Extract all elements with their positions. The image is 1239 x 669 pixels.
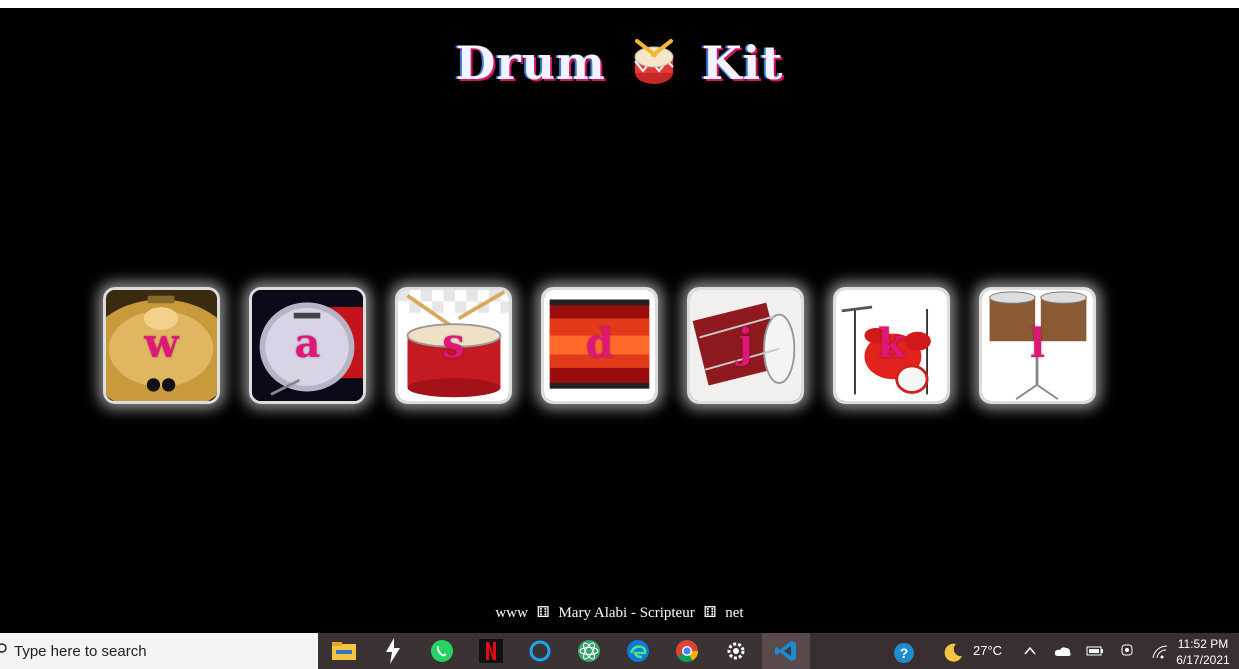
svg-text:?: ?: [900, 645, 909, 661]
drum-keys-row: w a s d j k l: [103, 287, 1096, 404]
drum-key-d[interactable]: d: [541, 287, 658, 404]
title-right: Kit: [701, 36, 784, 90]
taskbar-clock[interactable]: 11:52 PM 6/17/2021: [1168, 636, 1238, 668]
drum-key-s[interactable]: s: [395, 287, 512, 404]
key-letter: s: [442, 320, 465, 367]
dice-icon: ⚅: [536, 605, 550, 621]
help-icon[interactable]: ?: [893, 642, 915, 664]
footer-part-3: net: [725, 605, 744, 621]
file-explorer-icon[interactable]: [330, 637, 358, 665]
lightning-app-icon[interactable]: [379, 637, 407, 665]
drum-key-w[interactable]: w: [103, 287, 220, 404]
dice-icon: ⚅: [703, 605, 717, 621]
battery-icon[interactable]: [1086, 645, 1104, 657]
page-title: Drum Kit: [0, 36, 1239, 90]
chrome-icon[interactable]: [673, 637, 701, 665]
drum-emoji-icon: [629, 37, 679, 87]
drum-key-l[interactable]: l: [979, 287, 1096, 404]
onedrive-cloud-icon[interactable]: [1054, 645, 1072, 657]
browser-top-strip: [0, 0, 1239, 8]
search-placeholder: Type here to search: [14, 643, 147, 660]
search-icon: [0, 643, 7, 654]
wifi-icon[interactable]: [1152, 645, 1168, 659]
taskbar-search-box[interactable]: Type here to search: [0, 633, 319, 669]
windows-taskbar: Type here to search ? 27°C 11:52 PM 6/17…: [0, 633, 1239, 669]
key-letter: d: [585, 320, 614, 367]
key-letter: j: [738, 320, 753, 367]
edge-icon[interactable]: [624, 637, 652, 665]
cortana-icon[interactable]: [526, 637, 554, 665]
key-letter: w: [144, 320, 179, 367]
clock-time: 11:52 PM: [1177, 637, 1229, 651]
chevron-up-icon[interactable]: [1024, 646, 1036, 656]
weather-moon-icon[interactable]: [944, 642, 964, 662]
whatsapp-icon[interactable]: [428, 637, 456, 665]
atom-icon[interactable]: [575, 637, 603, 665]
title-left: Drum: [455, 36, 606, 90]
footer-part-2: Mary Alabi - Scripteur: [558, 605, 695, 621]
drum-key-k[interactable]: k: [833, 287, 950, 404]
netflix-icon[interactable]: [477, 637, 505, 665]
footer-credit: www ⚅ Mary Alabi - Scripteur ⚅ net: [0, 603, 1239, 622]
drum-key-j[interactable]: j: [687, 287, 804, 404]
meet-now-icon[interactable]: [1120, 643, 1134, 659]
key-letter: a: [294, 320, 321, 367]
clock-date: 6/17/2021: [1176, 653, 1230, 667]
key-letter: l: [1029, 320, 1046, 367]
weather-temp[interactable]: 27°C: [973, 643, 1002, 658]
key-letter: k: [877, 320, 906, 367]
vscode-icon[interactable]: [762, 633, 810, 669]
taskbar-pinned-apps: [318, 633, 810, 669]
footer-part-1: www: [495, 605, 528, 621]
settings-icon[interactable]: [722, 637, 750, 665]
drum-key-a[interactable]: a: [249, 287, 366, 404]
